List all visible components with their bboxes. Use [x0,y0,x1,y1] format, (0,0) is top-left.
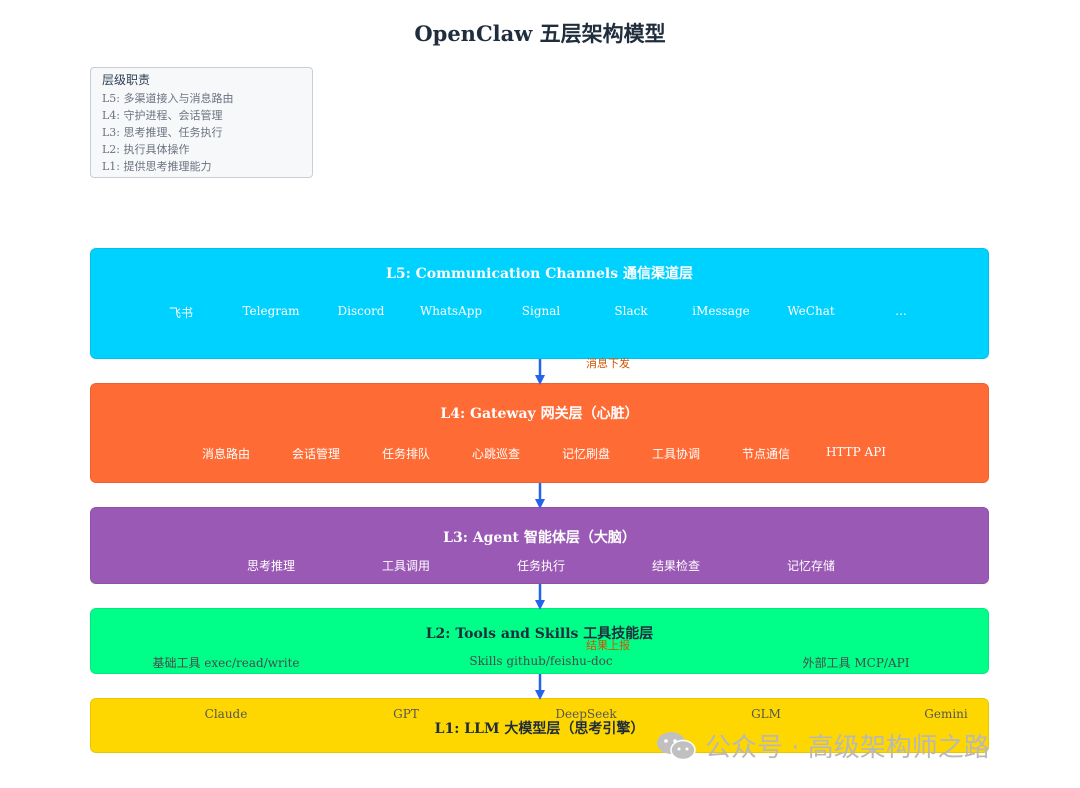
gateway-http-api: HTTP API [825,445,887,459]
tools-basic: 基础工具 exec/read/write [152,656,300,670]
layer-l5-title: L5: Communication Channels 通信渠道层 [386,266,693,282]
tools-skills: Skills github/feishu-doc [469,654,613,668]
watermark-text: 公众号 · 高级架构师之路 [705,733,990,763]
legend-item-l5: L5: 多渠道接入与消息路由 [102,92,234,105]
edge-label-dispatch: 消息下发 [586,357,630,370]
layer-l4-gateway: L4: Gateway 网关层（心脏） 消息路由 会话管理 任务排队 心跳巡查 … [90,383,989,483]
layer-l3-agent: L3: Agent 智能体层（大脑） 思考推理 工具调用 任务执行 结果检查 记… [90,507,989,584]
gateway-tool-coordination: 工具协调 [651,447,701,461]
diagram-title: OpenClaw 五层架构模型 [414,21,666,46]
legend-item-l4: L4: 守护进程、会话管理 [102,109,223,122]
wechat-icon [657,731,696,760]
layer-l4-title: L4: Gateway 网关层（心脏） [440,406,639,422]
channel-whatsapp: WhatsApp [419,304,483,318]
channel-signal: Signal [521,304,561,318]
tools-external: 外部工具 MCP/API [802,656,910,670]
gateway-heartbeat: 心跳巡查 [471,447,521,461]
layer-l3-title: L3: Agent 智能体层（大脑） [443,530,636,546]
channel-imessage: iMessage [692,304,750,318]
llm-glm: GLM [751,707,781,721]
layer-l2-tools-skills: L2: Tools and Skills 工具技能层 基础工具 exec/rea… [90,608,989,674]
channel-wechat: WeChat [787,304,835,318]
legend-box: 层级职责 L5: 多渠道接入与消息路由 L4: 守护进程、会话管理 L3: 思考… [90,67,313,178]
channel-more: ... [895,304,907,318]
channel-telegram: Telegram [242,304,300,318]
channel-feishu: 飞书 [168,306,194,320]
agent-result-check: 结果检查 [651,559,701,573]
gateway-memory-flush: 记忆刷盘 [561,447,611,461]
layer-l5-communication-channels: L5: Communication Channels 通信渠道层 飞书 Tele… [90,248,989,359]
llm-deepseek: DeepSeek [555,707,617,721]
watermark: 公众号 · 高级架构师之路 [655,727,990,764]
gateway-node-comm: 节点通信 [741,447,791,461]
agent-task-exec: 任务执行 [516,559,566,573]
legend-item-l2: L2: 执行具体操作 [102,143,190,156]
llm-gpt: GPT [393,707,419,721]
legend-item-l1: L1: 提供思考推理能力 [102,160,212,173]
edge-label-report: 结果上报 [586,639,630,652]
agent-reasoning: 思考推理 [246,559,296,573]
gateway-message-routing: 消息路由 [201,447,251,461]
llm-gemini: Gemini [924,707,968,721]
agent-memory-store: 记忆存储 [786,559,836,573]
legend-item-l3: L3: 思考推理、任务执行 [102,126,223,139]
llm-claude: Claude [204,707,248,721]
layer-l2-title: L2: Tools and Skills 工具技能层 [425,626,654,642]
gateway-task-queue: 任务排队 [381,447,431,461]
gateway-session-mgmt: 会话管理 [291,447,341,461]
channel-slack: Slack [614,304,648,318]
legend-title: 层级职责 [102,73,151,87]
channel-discord: Discord [337,304,385,318]
agent-tool-call: 工具调用 [381,559,431,573]
